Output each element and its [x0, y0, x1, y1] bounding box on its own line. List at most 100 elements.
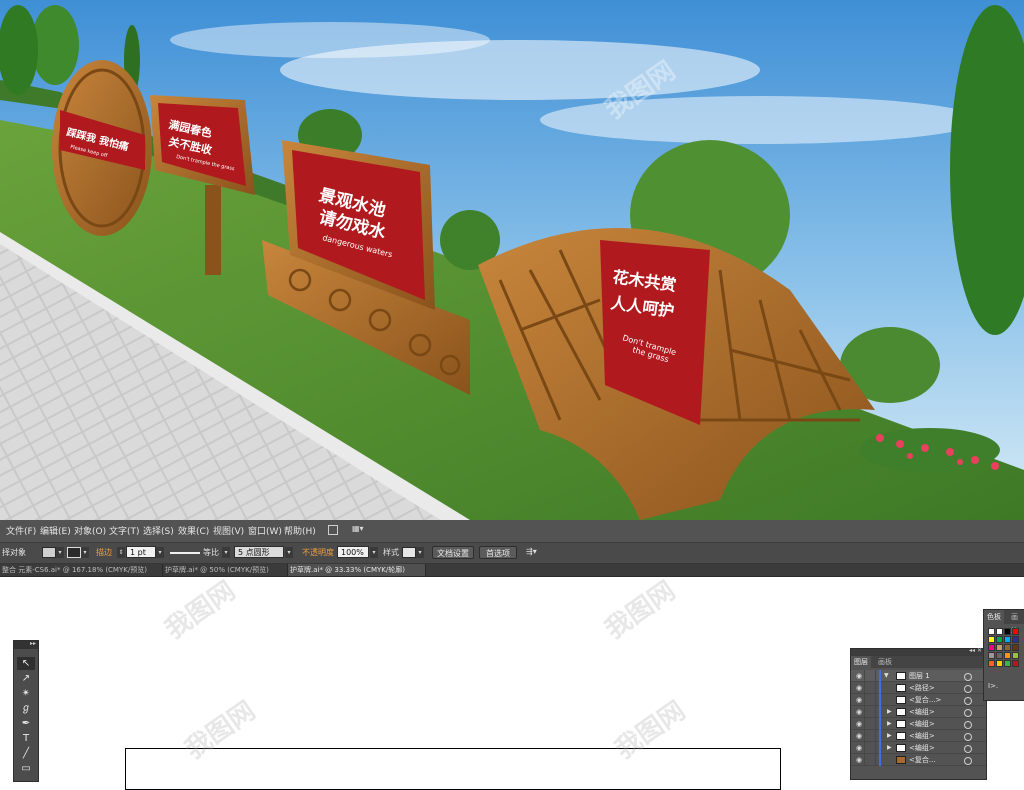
lock-toggle[interactable] — [865, 706, 876, 718]
layer-row[interactable]: ◉ <路径> — [851, 682, 986, 694]
swatch[interactable] — [996, 660, 1003, 667]
swatch[interactable] — [1012, 644, 1019, 651]
tab-document-1[interactable]: 整合 元素-CS6.ai* @ 167.18% (CMYK/预览) — [0, 564, 163, 576]
opacity-dropdown-icon[interactable]: ▾ — [370, 547, 378, 558]
menu-type[interactable]: 文字(T) — [109, 524, 140, 537]
stroke-dropdown-icon[interactable]: ▾ — [81, 547, 89, 558]
menu-view[interactable]: 视图(V) — [213, 524, 244, 537]
align-options-icon[interactable]: ⇶▾ — [526, 547, 537, 556]
layer-row[interactable]: ◉ ▶ <编组> — [851, 718, 986, 730]
menu-select[interactable]: 选择(S) — [143, 524, 174, 537]
lock-toggle[interactable] — [865, 730, 876, 742]
layer-row[interactable]: ◉ <复合...> — [851, 694, 986, 706]
document-icon[interactable] — [328, 525, 338, 535]
stroke-swatch[interactable] — [67, 547, 81, 558]
layer-row[interactable]: ◉ ▶ <编组> — [851, 706, 986, 718]
target-icon[interactable] — [964, 745, 972, 753]
layer-row[interactable]: ◉ ▶ <编组> — [851, 730, 986, 742]
stroke-label[interactable]: 描边 — [96, 547, 112, 558]
tab-brushes[interactable]: 画笔 — [1008, 610, 1024, 635]
stroke-profile-label[interactable]: 等比 — [203, 547, 219, 558]
swatch[interactable] — [1004, 636, 1011, 643]
tab-document-2[interactable]: 护草牌.ai* @ 50% (CMYK/预览) — [163, 564, 288, 576]
preferences-button[interactable]: 首选项 — [479, 546, 517, 559]
lock-toggle[interactable] — [865, 742, 876, 754]
layers-panel-header[interactable]: ◂◂ ✕ — [851, 647, 986, 656]
swatch[interactable] — [1012, 660, 1019, 667]
eye-icon[interactable]: ◉ — [854, 718, 865, 730]
target-icon[interactable] — [964, 673, 972, 681]
type-tool-icon[interactable]: T — [17, 732, 35, 745]
stroke-profile-dropdown-icon[interactable]: ▾ — [222, 547, 230, 558]
artboard[interactable] — [125, 748, 781, 790]
selection-tool-icon[interactable]: ↖ — [17, 657, 35, 670]
brush-dropdown-icon[interactable]: ▾ — [285, 547, 293, 558]
direct-selection-tool-icon[interactable]: ↗ — [17, 672, 35, 685]
swatch[interactable] — [988, 660, 995, 667]
eye-icon[interactable]: ◉ — [854, 754, 865, 766]
stroke-weight-field[interactable]: 1 pt — [126, 546, 156, 558]
target-icon[interactable] — [964, 709, 972, 717]
brush-field[interactable]: 5 点圆形 — [234, 546, 284, 558]
collapse-icon[interactable]: ◂◂ ✕ — [969, 647, 982, 654]
magic-wand-tool-icon[interactable]: ✴ — [17, 687, 35, 700]
menu-object[interactable]: 对象(O) — [74, 524, 106, 537]
menu-effect[interactable]: 效果(C) — [178, 524, 209, 537]
eye-icon[interactable]: ◉ — [854, 682, 865, 694]
rectangle-tool-icon[interactable]: ▭ — [17, 762, 35, 775]
expand-triangle-icon[interactable]: ▶ — [887, 730, 892, 742]
tab-layers[interactable]: 图层 — [851, 656, 871, 668]
lock-toggle[interactable] — [865, 670, 876, 682]
swatch[interactable] — [1004, 652, 1011, 659]
eye-icon[interactable]: ◉ — [854, 670, 865, 682]
lasso-tool-icon[interactable]: ℊ — [17, 702, 35, 715]
eye-icon[interactable]: ◉ — [854, 694, 865, 706]
target-icon[interactable] — [964, 697, 972, 705]
tab-swatches[interactable]: 色板 — [984, 610, 1004, 624]
swatch[interactable] — [1012, 628, 1019, 635]
fill-dropdown-icon[interactable]: ▾ — [56, 547, 64, 558]
eye-icon[interactable]: ◉ — [854, 742, 865, 754]
style-swatch[interactable] — [402, 547, 416, 558]
stroke-weight-stepper[interactable]: ⇕ — [117, 547, 125, 558]
document-setup-button[interactable]: 文档设置 — [432, 546, 474, 559]
swatch[interactable] — [1012, 652, 1019, 659]
swatch-none[interactable] — [988, 628, 995, 635]
swatch[interactable] — [1004, 660, 1011, 667]
layer-row[interactable]: ◉ ▶ <编组> — [851, 742, 986, 754]
tools-panel-grip[interactable]: ▸▸ — [14, 640, 38, 649]
opacity-label[interactable]: 不透明度 — [302, 547, 334, 558]
swatch[interactable] — [988, 644, 995, 651]
swatch[interactable] — [1004, 628, 1011, 635]
swatch[interactable] — [996, 644, 1003, 651]
style-dropdown-icon[interactable]: ▾ — [416, 547, 424, 558]
swatch[interactable] — [996, 652, 1003, 659]
eye-icon[interactable]: ◉ — [854, 706, 865, 718]
eye-icon[interactable]: ◉ — [854, 730, 865, 742]
line-tool-icon[interactable]: ╱ — [17, 747, 35, 760]
collapse-icon[interactable]: ▸▸ — [30, 640, 36, 647]
layer-row[interactable]: ◉ <复合... — [851, 754, 986, 766]
tab-document-3[interactable]: 护草牌.ai* @ 33.33% (CMYK/轮廓) — [288, 564, 426, 576]
menu-window[interactable]: 窗口(W) — [248, 524, 282, 537]
swatch[interactable] — [996, 636, 1003, 643]
stroke-weight-dropdown-icon[interactable]: ▾ — [156, 547, 164, 558]
expand-triangle-icon[interactable]: ▶ — [887, 718, 892, 730]
swatch[interactable] — [988, 652, 995, 659]
menu-file[interactable]: 文件(F) — [6, 524, 36, 537]
tab-artboards[interactable]: 画板 — [875, 656, 895, 668]
target-icon[interactable] — [964, 721, 972, 729]
menu-help[interactable]: 帮助(H) — [284, 524, 316, 537]
target-icon[interactable] — [964, 757, 972, 765]
swatch[interactable] — [988, 636, 995, 643]
arrange-documents-icon[interactable]: ▦▾ — [352, 524, 364, 533]
target-icon[interactable] — [964, 733, 972, 741]
lock-toggle[interactable] — [865, 682, 876, 694]
fill-swatch[interactable] — [42, 547, 56, 558]
lock-toggle[interactable] — [865, 694, 876, 706]
menu-edit[interactable]: 编辑(E) — [40, 524, 71, 537]
lock-toggle[interactable] — [865, 718, 876, 730]
lock-toggle[interactable] — [865, 754, 876, 766]
expand-triangle-icon[interactable]: ▶ — [887, 742, 892, 754]
layer-row[interactable]: ◉ ▼ 图层 1 — [851, 670, 986, 682]
